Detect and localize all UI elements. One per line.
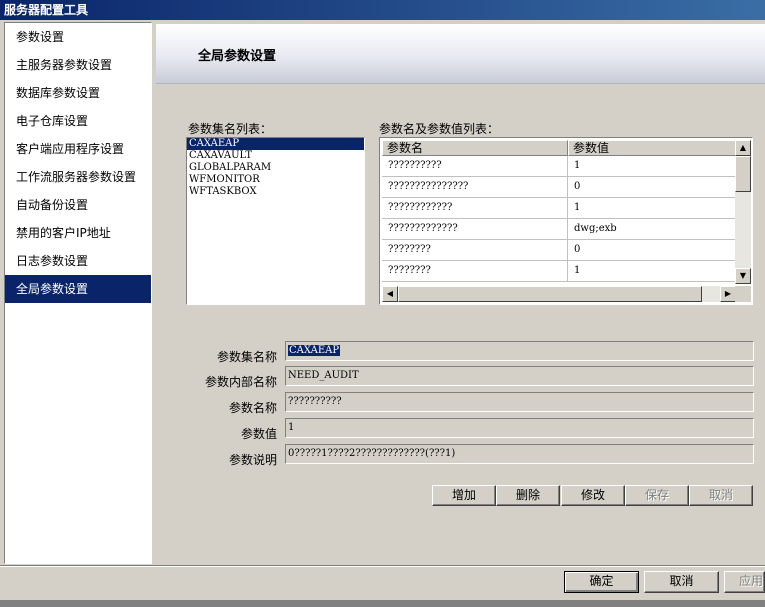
save-button[interactable]: 保存 <box>625 485 689 506</box>
scroll-up-icon[interactable]: ▲ <box>735 140 751 156</box>
cell-param-value: 1 <box>568 156 736 177</box>
param-value-label: 参数值 <box>240 427 277 441</box>
column-header-value[interactable]: 参数值 <box>568 140 736 156</box>
list-item[interactable]: WFMONITOR <box>187 174 364 186</box>
table-row[interactable]: ????????????? dwg;exb <box>382 219 736 240</box>
grid-header: 参数名 参数值 <box>382 140 736 156</box>
vertical-scrollbar[interactable]: ▲ ▼ <box>735 140 751 284</box>
window-title: 服务器配置工具 <box>0 0 765 20</box>
list-item[interactable]: GLOBALPARAM <box>187 162 364 174</box>
cell-param-value: dwg;exb <box>568 219 736 240</box>
sidebar-nav: 参数设置 主服务器参数设置 数据库参数设置 电子仓库设置 客户端应用程序设置 工… <box>4 22 152 564</box>
param-name-label: 参数名称 <box>228 401 277 415</box>
cell-param-name: ???????? <box>382 261 568 282</box>
cancel-button[interactable]: 取消 <box>644 571 719 593</box>
header-banner: 全局参数设置 <box>156 24 765 84</box>
cell-param-value: 1 <box>568 198 736 219</box>
set-list-label: 参数集名列表： <box>188 122 273 136</box>
grid-body: ?????????? 1 ??????????????? 0 ?????????… <box>382 156 736 282</box>
taskbar-strip <box>0 600 765 607</box>
scroll-left-icon[interactable]: ◀ <box>382 286 398 302</box>
sidebar-item-params[interactable]: 参数设置 <box>5 23 151 51</box>
ok-button[interactable]: 确定 <box>564 571 639 593</box>
sidebar-item-client-apps[interactable]: 客户端应用程序设置 <box>5 135 151 163</box>
horizontal-scrollbar[interactable]: ◀ ▶ <box>382 286 736 302</box>
sidebar-item-workflow-server[interactable]: 工作流服务器参数设置 <box>5 163 151 191</box>
set-name-label: 参数集名称 <box>216 350 277 364</box>
set-name-value: CAXAEAP <box>288 345 341 356</box>
param-name-field[interactable]: ?????????? <box>285 392 754 412</box>
param-value-field[interactable]: 1 <box>285 418 754 438</box>
cell-param-value: 1 <box>568 261 736 282</box>
delete-button[interactable]: 删除 <box>496 485 560 506</box>
table-row[interactable]: ?????????? 1 <box>382 156 736 177</box>
sidebar-item-log[interactable]: 日志参数设置 <box>5 247 151 275</box>
param-desc-field[interactable]: 0?????1????2?????????????(???1) <box>285 444 754 464</box>
cell-param-name: ????????????? <box>382 219 568 240</box>
param-grid-label: 参数名及参数值列表： <box>379 122 500 136</box>
sidebar-item-main-server[interactable]: 主服务器参数设置 <box>5 51 151 79</box>
sidebar-item-global[interactable]: 全局参数设置 <box>5 275 151 303</box>
scrollbar-corner <box>735 286 751 302</box>
set-list[interactable]: CAXAEAP CAXAVAULT GLOBALPARAM WFMONITOR … <box>186 137 365 305</box>
param-desc-label: 参数说明 <box>228 453 277 467</box>
list-item[interactable]: WFTASKBOX <box>187 186 364 198</box>
cell-param-name: ???????????? <box>382 198 568 219</box>
scroll-right-icon[interactable]: ▶ <box>720 286 736 302</box>
add-button[interactable]: 增加 <box>432 485 496 506</box>
list-item[interactable]: CAXAVAULT <box>187 150 364 162</box>
modify-button[interactable]: 修改 <box>561 485 625 506</box>
list-item[interactable]: CAXAEAP <box>187 138 364 150</box>
cell-param-value: 0 <box>568 240 736 261</box>
sidebar-item-vault[interactable]: 电子仓库设置 <box>5 107 151 135</box>
vertical-scroll-thumb[interactable] <box>735 156 751 192</box>
column-header-name[interactable]: 参数名 <box>382 140 568 156</box>
internal-name-label: 参数内部名称 <box>204 375 277 389</box>
apply-button[interactable]: 应用 <box>724 571 765 593</box>
set-name-field[interactable]: CAXAEAP <box>285 341 754 361</box>
sidebar-item-database[interactable]: 数据库参数设置 <box>5 79 151 107</box>
table-row[interactable]: ??????????????? 0 <box>382 177 736 198</box>
table-row[interactable]: ???????????? 1 <box>382 198 736 219</box>
internal-name-field[interactable]: NEED_AUDIT <box>285 366 754 386</box>
sidebar-item-auto-backup[interactable]: 自动备份设置 <box>5 191 151 219</box>
page-title: 全局参数设置 <box>198 49 277 64</box>
cell-param-value: 0 <box>568 177 736 198</box>
cancel-edit-button[interactable]: 取消 <box>689 485 753 506</box>
table-row[interactable]: ???????? 1 <box>382 261 736 282</box>
cell-param-name: ??????????????? <box>382 177 568 198</box>
table-row[interactable]: ???????? 0 <box>382 240 736 261</box>
param-grid[interactable]: 参数名 参数值 ?????????? 1 ??????????????? 0 ?… <box>379 137 753 305</box>
scroll-down-icon[interactable]: ▼ <box>735 268 751 284</box>
footer-divider <box>0 565 765 567</box>
sidebar-item-blocked-ip[interactable]: 禁用的客户IP地址 <box>5 219 151 247</box>
horizontal-scroll-thumb[interactable] <box>398 286 702 302</box>
cell-param-name: ???????? <box>382 240 568 261</box>
cell-param-name: ?????????? <box>382 156 568 177</box>
